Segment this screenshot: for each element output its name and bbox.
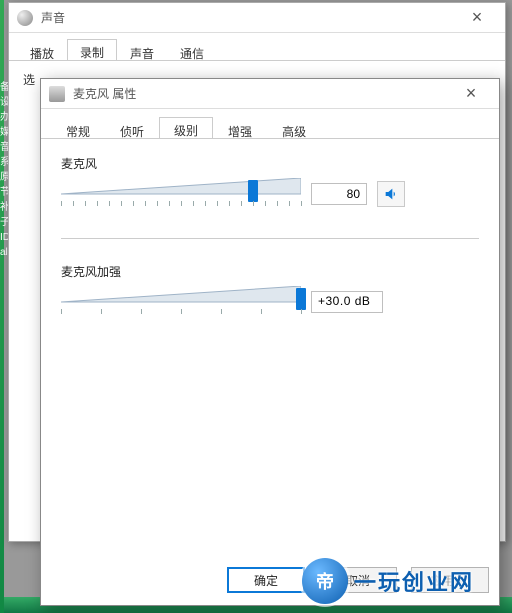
tab-communications[interactable]: 通信	[167, 40, 217, 61]
tab-levels[interactable]: 级别	[159, 117, 213, 138]
apply-button[interactable]: 应用(A)	[411, 567, 489, 593]
dialog-buttons: 确定 取消 应用(A)	[227, 567, 489, 593]
mic-boost-slider[interactable]	[61, 286, 301, 312]
tab-recording[interactable]: 录制	[67, 39, 117, 60]
tab-playback[interactable]: 播放	[17, 40, 67, 61]
sound-app-icon	[17, 10, 33, 26]
mic-boost-value: +30.0 dB	[311, 291, 383, 313]
page-background-strip: 备设办媒音系原节补子IDal	[0, 0, 4, 613]
cancel-button[interactable]: 取消	[319, 567, 397, 593]
tab-advanced[interactable]: 高级	[267, 118, 321, 139]
mic-level-value-input[interactable]	[311, 183, 367, 205]
close-icon[interactable]: ×	[451, 83, 491, 104]
mic-tabs: 常规 侦听 级别 增强 高级	[41, 109, 499, 139]
sound-titlebar: 声音 ×	[9, 3, 505, 33]
tab-enhancements[interactable]: 增强	[213, 118, 267, 139]
mic-properties-window: 麦克风 属性 × 常规 侦听 级别 增强 高级 麦克风	[40, 78, 500, 606]
slider-thumb[interactable]	[248, 180, 258, 202]
sound-title: 声音	[41, 9, 457, 26]
mic-level-label: 麦克风	[61, 155, 479, 172]
tab-listen[interactable]: 侦听	[105, 118, 159, 139]
mic-title: 麦克风 属性	[73, 85, 451, 102]
microphone-icon	[49, 86, 65, 102]
tab-general[interactable]: 常规	[51, 118, 105, 139]
mic-titlebar: 麦克风 属性 ×	[41, 79, 499, 109]
speaker-button[interactable]	[377, 181, 405, 207]
slider-thumb[interactable]	[296, 288, 306, 310]
sound-body-text: 选	[23, 73, 35, 87]
speaker-icon	[383, 186, 399, 202]
tab-sounds[interactable]: 声音	[117, 40, 167, 61]
divider	[61, 238, 479, 239]
mic-level-slider[interactable]	[61, 178, 301, 204]
ok-button[interactable]: 确定	[227, 567, 305, 593]
close-icon[interactable]: ×	[457, 7, 497, 28]
mic-boost-label: 麦克风加强	[61, 263, 479, 280]
sound-tabs: 播放 录制 声音 通信	[9, 33, 505, 61]
